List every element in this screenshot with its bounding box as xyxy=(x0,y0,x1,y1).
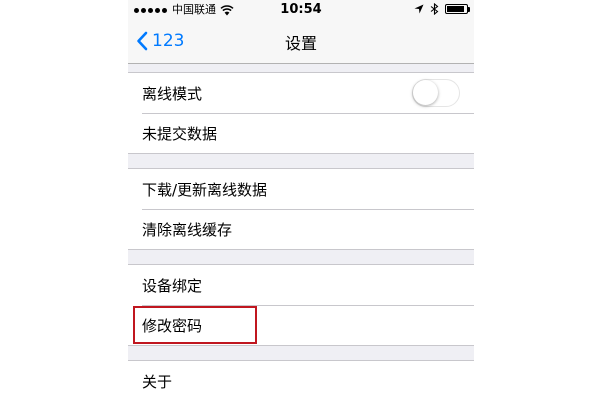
location-arrow-icon xyxy=(414,4,424,14)
device-binding-row[interactable]: 设备绑定 xyxy=(128,265,474,305)
settings-group-account: 设备绑定 修改密码 xyxy=(128,264,474,346)
about-row[interactable]: 关于 xyxy=(128,361,474,400)
battery-tip xyxy=(468,7,470,12)
phone-screen: 中国联通 10:54 123 设置 离线模式 未提交数据 下载/更新离线数据 清… xyxy=(128,0,474,400)
toggle-knob xyxy=(413,80,438,105)
clear-offline-cache-label: 清除离线缓存 xyxy=(142,220,233,239)
offline-mode-row: 离线模式 xyxy=(128,73,474,113)
unsubmitted-data-label: 未提交数据 xyxy=(142,124,218,143)
download-offline-data-row[interactable]: 下载/更新离线数据 xyxy=(128,169,474,209)
unsubmitted-data-row[interactable]: 未提交数据 xyxy=(128,113,474,153)
clear-offline-cache-row[interactable]: 清除离线缓存 xyxy=(128,209,474,249)
battery-level xyxy=(447,6,465,12)
offline-mode-label: 离线模式 xyxy=(142,84,203,103)
status-bar: 中国联通 10:54 xyxy=(128,0,474,20)
settings-group-data: 下载/更新离线数据 清除离线缓存 xyxy=(128,168,474,250)
navigation-bar: 123 设置 xyxy=(128,20,474,64)
change-password-label: 修改密码 xyxy=(142,316,203,335)
settings-group-offline: 离线模式 未提交数据 xyxy=(128,72,474,154)
settings-group-about: 关于 xyxy=(128,360,474,400)
download-offline-data-label: 下载/更新离线数据 xyxy=(142,180,268,199)
page-title: 设置 xyxy=(284,34,317,53)
device-binding-label: 设备绑定 xyxy=(142,276,203,295)
battery-icon xyxy=(445,4,470,14)
about-label: 关于 xyxy=(142,372,173,391)
change-password-row[interactable]: 修改密码 xyxy=(128,305,474,345)
bluetooth-icon xyxy=(430,3,439,15)
offline-mode-toggle[interactable] xyxy=(412,79,460,107)
status-indicators xyxy=(414,3,470,15)
